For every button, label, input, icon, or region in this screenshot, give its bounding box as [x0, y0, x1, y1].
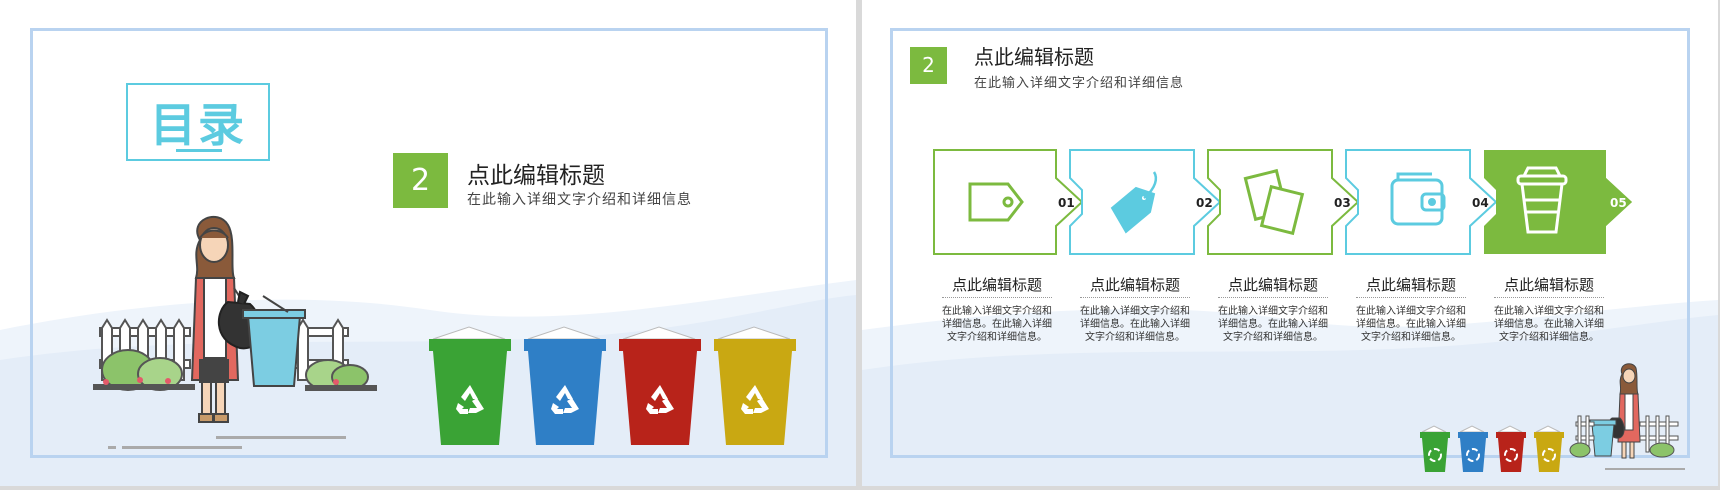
step-4-divider: [1356, 297, 1466, 298]
step-label-04: 04: [1472, 196, 1489, 210]
small-bin-yellow-icon: [1534, 425, 1564, 472]
trash-bin-icon: [242, 295, 306, 387]
step-label-02: 02: [1196, 196, 1213, 210]
bin-red-icon: [619, 326, 701, 445]
step-1-divider: [942, 297, 1052, 298]
bin-green-icon: [429, 326, 511, 445]
bin-yellow-icon: [714, 326, 796, 445]
step-5-description[interactable]: 在此输入详细文字介绍和详细信息。在此输入详细文字介绍和详细信息。: [1493, 305, 1605, 344]
toc-box: 目录: [126, 83, 270, 161]
bin-blue-icon: [524, 326, 606, 445]
section-description[interactable]: 在此输入详细文字介绍和详细信息: [467, 189, 692, 209]
step-label-01: 01: [1058, 196, 1075, 210]
small-bin-blue-icon: [1458, 425, 1488, 472]
toc-title: 目录: [150, 98, 246, 152]
step-2-divider: [1080, 297, 1190, 298]
recycling-bins-illustration: [429, 326, 796, 445]
section-title[interactable]: 点此编辑标题: [467, 156, 605, 190]
small-bin-red-icon: [1496, 425, 1526, 472]
woman-recycling-illustration: [93, 215, 377, 449]
slide-left[interactable]: 目录 2 点此编辑标题 在此输入详细文字介绍和详细信息: [0, 0, 856, 486]
step-label-03: 03: [1334, 196, 1351, 210]
step-4-title[interactable]: 点此编辑标题: [1356, 274, 1466, 295]
step-3-title[interactable]: 点此编辑标题: [1218, 274, 1328, 295]
process-flow: [933, 149, 1632, 255]
step-3-divider: [1218, 297, 1328, 298]
section-description[interactable]: 在此输入详细文字介绍和详细信息: [974, 72, 1184, 91]
step-3-description[interactable]: 在此输入详细文字介绍和详细信息。在此输入详细文字介绍和详细信息。: [1217, 305, 1329, 344]
step-4-description[interactable]: 在此输入详细文字介绍和详细信息。在此输入详细文字介绍和详细信息。: [1355, 305, 1467, 344]
small-recycling-illustration: [1420, 363, 1685, 472]
section-number-badge: 2: [393, 153, 448, 208]
toc-underline: [176, 149, 222, 152]
step-label-05: 05: [1610, 196, 1627, 210]
step-2-title[interactable]: 点此编辑标题: [1080, 274, 1190, 295]
small-bin-green-icon: [1420, 425, 1450, 472]
step-1-title[interactable]: 点此编辑标题: [942, 274, 1052, 295]
step-1-description[interactable]: 在此输入详细文字介绍和详细信息。在此输入详细文字介绍和详细信息。: [941, 305, 1053, 344]
section-title[interactable]: 点此编辑标题: [974, 41, 1094, 70]
step-5-title[interactable]: 点此编辑标题: [1494, 274, 1604, 295]
step-5-divider: [1494, 297, 1604, 298]
step-2-description[interactable]: 在此输入详细文字介绍和详细信息。在此输入详细文字介绍和详细信息。: [1079, 305, 1191, 344]
section-number-badge: 2: [910, 47, 947, 84]
slide-right[interactable]: 2 点此编辑标题 在此输入详细文字介绍和详细信息 01 02 03 04 05 …: [862, 0, 1718, 486]
